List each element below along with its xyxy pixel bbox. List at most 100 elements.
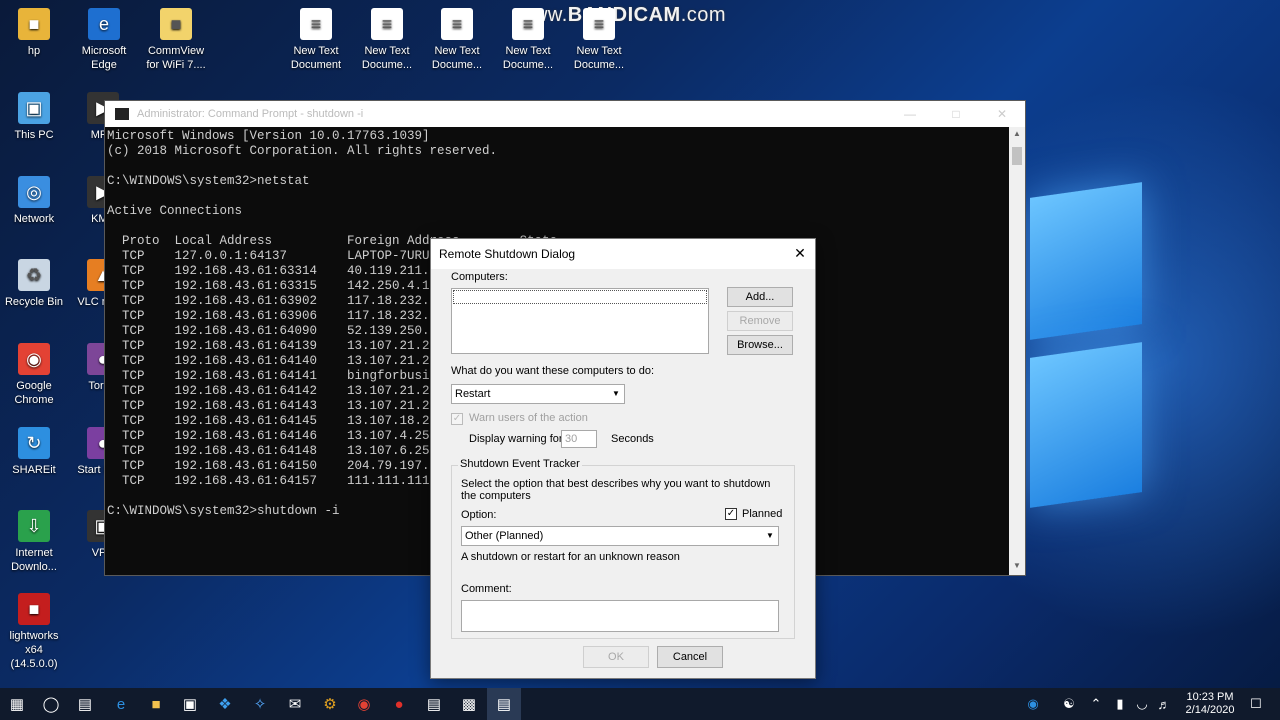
- mail-icon[interactable]: ✉: [278, 688, 312, 720]
- folder-user-icon: ■: [18, 8, 50, 40]
- people-icon[interactable]: ☯: [1058, 688, 1080, 720]
- cmd-icon: [115, 108, 129, 120]
- search-icon[interactable]: ◯: [34, 688, 68, 720]
- volume-icon[interactable]: ♬: [1154, 688, 1174, 720]
- action-select[interactable]: Restart ▼: [451, 384, 625, 404]
- cmd-title: Administrator: Command Prompt - shutdown…: [137, 108, 364, 120]
- app-icon[interactable]: ⚙: [313, 688, 347, 720]
- ok-button[interactable]: OK: [583, 646, 649, 668]
- desktop-icon[interactable]: ■ lightworks x64 (14.5.0.0): [1, 593, 67, 671]
- desktop-icon[interactable]: ≡ New Text Document: [283, 8, 349, 72]
- desktop-icon-label: This PC: [14, 129, 54, 141]
- clock-time: 10:23 PM: [1186, 691, 1234, 703]
- desktop-icon[interactable]: ♻ Recycle Bin: [1, 259, 67, 309]
- browse-button[interactable]: Browse...: [727, 335, 793, 355]
- display-warning-label: Display warning for: [469, 433, 563, 445]
- taskbar-clock[interactable]: 10:23 PM 2/14/2020: [1178, 691, 1242, 717]
- reason-description: A shutdown or restart for an unknown rea…: [461, 551, 680, 563]
- cmd-line: (c) 2018 Microsoft Corporation. All righ…: [107, 144, 498, 158]
- wifi-icon[interactable]: ◡: [1132, 688, 1152, 720]
- desktop-icon[interactable]: ⇩ Internet Downlo...: [1, 510, 67, 574]
- text-file-icon: ≡: [300, 8, 332, 40]
- desktop-icon[interactable]: ■ CommView for WiFi 7....: [143, 8, 209, 72]
- cmd-scrollbar[interactable]: ▲ ▼: [1009, 127, 1025, 575]
- desktop-icon-label: Google Chrome: [14, 380, 54, 406]
- windows-logo-wallpaper: [1030, 182, 1280, 530]
- remove-button[interactable]: Remove: [727, 311, 793, 331]
- seconds-label: Seconds: [611, 433, 654, 445]
- desktop-icon[interactable]: ◉ Google Chrome: [1, 343, 67, 407]
- chevron-down-icon: ▼: [766, 531, 774, 540]
- bandicam-icon[interactable]: ●: [382, 688, 416, 720]
- file-explorer-icon[interactable]: ■: [139, 688, 173, 720]
- cancel-button[interactable]: Cancel: [657, 646, 723, 668]
- dialog-titlebar[interactable]: Remote Shutdown Dialog: [431, 239, 815, 269]
- chrome-taskbar-icon[interactable]: ◉: [347, 688, 381, 720]
- tracker-description: Select the option that best describes wh…: [461, 478, 771, 502]
- visual-studio-icon[interactable]: ✧: [243, 688, 277, 720]
- warning-seconds-input[interactable]: 30: [561, 430, 597, 448]
- edge-icon: e: [88, 8, 120, 40]
- chevron-up-icon[interactable]: ⌃: [1086, 688, 1106, 720]
- shutdown-dialog-taskbar-icon[interactable]: ▤: [487, 688, 521, 720]
- desktop-icon[interactable]: ↻ SHAREit: [1, 427, 67, 477]
- desktop-icon[interactable]: ≡ New Text Docume...: [354, 8, 420, 72]
- desktop-icon-label: New Text Docume...: [361, 45, 413, 71]
- option-label: Option:: [461, 509, 497, 521]
- desktop-icon-label: New Text Docume...: [573, 45, 625, 71]
- shutdown-event-tracker-group: Shutdown Event Tracker Select the option…: [451, 458, 795, 639]
- desktop-icon-label: Recycle Bin: [4, 296, 64, 308]
- tray-app-icon[interactable]: ◉: [1020, 688, 1046, 720]
- scroll-down-icon[interactable]: ▼: [1009, 561, 1025, 575]
- notification-icon[interactable]: ☐: [1244, 688, 1268, 720]
- desktop-icon-label: hp: [27, 45, 41, 57]
- chevron-down-icon: ▼: [612, 389, 620, 398]
- desktop-icon-label: New Text Document: [290, 45, 342, 71]
- store-icon[interactable]: ▣: [173, 688, 207, 720]
- maximize-icon[interactable]: □: [933, 101, 979, 127]
- computers-list[interactable]: [451, 288, 709, 354]
- desktop-icon[interactable]: ◎ Network: [1, 176, 67, 226]
- clock-date: 2/14/2020: [1185, 704, 1235, 716]
- lightworks-icon: ■: [18, 593, 50, 625]
- desktop-icon-label: Microsoft Edge: [81, 45, 127, 71]
- cmd-taskbar-icon[interactable]: ▩: [452, 688, 486, 720]
- desktop-icon[interactable]: ■ hp: [1, 8, 67, 58]
- desktop-icon[interactable]: ≡ New Text Docume...: [566, 8, 632, 72]
- option-select[interactable]: Other (Planned) ▼: [461, 526, 779, 546]
- taskbar: ▦ ◯ ▤ e ■ ▣ ❖ ✧ ✉ ⚙ ◉ ● ▤ ▩ ▤ ◉ ☯ ⌃ ▮ ◡ …: [0, 688, 1280, 720]
- text-file-icon: ≡: [441, 8, 473, 40]
- windows-start-icon[interactable]: ▦: [0, 688, 34, 720]
- edge-taskbar-icon[interactable]: e: [104, 688, 138, 720]
- cmd-titlebar[interactable]: Administrator: Command Prompt - shutdown…: [105, 101, 1025, 127]
- remote-shutdown-dialog: Remote Shutdown Dialog ✕ Computers: Add.…: [430, 238, 816, 679]
- comment-textarea[interactable]: [461, 600, 779, 632]
- desktop-icon[interactable]: ≡ New Text Docume...: [424, 8, 490, 72]
- warn-users-checkbox[interactable]: ✓: [451, 413, 463, 425]
- desktop-icon-label: SHAREit: [12, 464, 56, 476]
- action-value: Restart: [455, 388, 491, 400]
- scroll-thumb[interactable]: [1012, 147, 1022, 165]
- idm-icon: ⇩: [18, 510, 50, 542]
- desktop-icon-label: Network: [13, 213, 55, 225]
- cmd-line: Active Connections: [107, 204, 243, 218]
- planned-checkbox[interactable]: ✓: [725, 508, 737, 520]
- battery-icon[interactable]: ▮: [1110, 688, 1130, 720]
- dropbox-icon[interactable]: ❖: [208, 688, 242, 720]
- cmd-line: [107, 159, 1011, 174]
- document-icon[interactable]: ▤: [417, 688, 451, 720]
- desktop-icon[interactable]: ▣ This PC: [1, 92, 67, 142]
- scroll-up-icon[interactable]: ▲: [1009, 129, 1025, 143]
- close-icon[interactable]: ✕: [791, 244, 809, 262]
- close-icon[interactable]: ✕: [979, 101, 1025, 127]
- dialog-title: Remote Shutdown Dialog: [439, 247, 576, 261]
- minimize-icon[interactable]: —: [887, 101, 933, 127]
- cmd-line: Microsoft Windows [Version 10.0.17763.10…: [107, 129, 430, 143]
- cmd-line: [107, 189, 1011, 204]
- desktop-icon-label: Internet Downlo...: [11, 547, 57, 573]
- desktop-icon[interactable]: ≡ New Text Docume...: [495, 8, 561, 72]
- add-button[interactable]: Add...: [727, 287, 793, 307]
- network-icon: ◎: [18, 176, 50, 208]
- task-view-icon[interactable]: ▤: [68, 688, 102, 720]
- desktop-icon[interactable]: e Microsoft Edge: [71, 8, 137, 72]
